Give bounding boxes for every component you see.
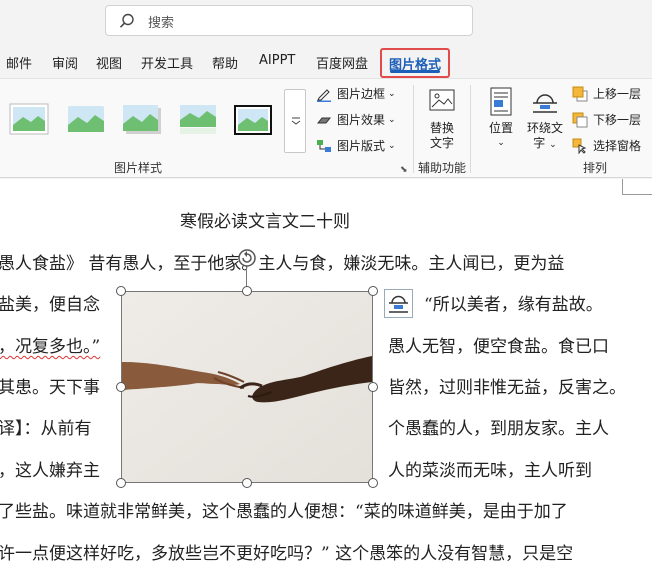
picture-layout-button[interactable]: 图片版式 ⌄ (316, 137, 396, 154)
dialog-launcher-icon[interactable]: ⬊ (400, 165, 408, 175)
wrap-text-icon (389, 295, 408, 313)
text-line: “所以美者，缘有盐故。 (424, 295, 603, 315)
active-tab-underline (390, 70, 440, 73)
resize-handle-bottom-left[interactable] (116, 478, 126, 488)
text-line: 皆然，过则非惟无益，反害之。 (388, 378, 626, 398)
text-line: ，这人嫌弃主 (0, 461, 100, 481)
text-line: 个愚蠢的人，到朋友家。主人 (388, 419, 609, 439)
tab-developer[interactable]: 开发工具 (141, 53, 193, 72)
picture-border-button[interactable]: 图片边框 ⌄ (316, 85, 396, 102)
position-button[interactable]: 位置 ⌄ (483, 87, 519, 151)
picture-style-shadow[interactable] (122, 103, 162, 135)
selected-picture[interactable] (121, 291, 373, 483)
ribbon-tabs: 邮件 审阅 视图 开发工具 帮助 AIPPT 百度网盘 图片格式 (0, 44, 652, 78)
tab-baidu-netdisk[interactable]: 百度网盘 (316, 53, 368, 72)
resize-handle-bottom-right[interactable] (368, 478, 378, 488)
group-separator (470, 85, 471, 173)
wrap-text-button[interactable]: 环绕文 字 ⌄ (524, 87, 566, 153)
ribbon-panel: 图片边框 ⌄ 图片效果 ⌄ 图片版式 ⌄ 图片样式 ⬊ 替换 文字 辅助功能 位… (0, 78, 652, 178)
group-label-arrange: 排列 (583, 161, 608, 175)
wrap-text-label-2: 字 ⌄ (533, 136, 557, 150)
picture-layout-label: 图片版式 (337, 139, 386, 153)
text-line: 了些盐。味道就非常鲜美，这个愚蠢的人便想：“菜的味道鲜美，是由于加了 (0, 502, 568, 522)
bring-forward-label: 上移一层 (593, 87, 642, 101)
chevron-down-icon: ⌄ (388, 140, 396, 151)
margin-corner-mark (622, 179, 652, 195)
document-page[interactable]: 寒假必读文言文二十则 愚人食盐》 昔有愚人，至于他家。主人与食，嫌淡无味。主人闻… (0, 179, 652, 575)
resize-handle-top[interactable] (242, 286, 252, 296)
text-line: 愚人无智，便空食盐。食已口 (388, 337, 609, 357)
picture-style-thick-black-frame[interactable] (234, 105, 272, 135)
smartart-layout-icon (317, 139, 331, 152)
tab-view[interactable]: 视图 (96, 53, 122, 72)
text-line: 其患。天下事 (0, 378, 100, 398)
alt-text-button[interactable]: 替换 文字 (422, 87, 462, 151)
wrap-text-label-1: 环绕文 (526, 121, 563, 135)
document-title: 寒假必读文言文二十则 (180, 212, 350, 232)
picture-effects-button[interactable]: 图片效果 ⌄ (316, 111, 396, 128)
layout-options-button[interactable] (384, 289, 413, 318)
group-label-accessibility: 辅助功能 (418, 161, 467, 175)
send-backward-icon (572, 112, 588, 127)
resize-handle-right[interactable] (368, 382, 378, 392)
resize-handle-top-right[interactable] (368, 286, 378, 296)
resize-handle-bottom[interactable] (242, 478, 252, 488)
alt-text-label-1: 替换 (429, 121, 454, 135)
resize-handle-top-left[interactable] (116, 286, 126, 296)
send-backward-label: 下移一层 (593, 113, 642, 127)
effects-icon (316, 117, 332, 123)
text-line: 愚人食盐》 昔有愚人，至于他家。主人与食，嫌淡无味。主人闻已，更为益 (0, 254, 565, 274)
chevron-down-icon (291, 117, 301, 125)
position-icon (490, 87, 512, 116)
rotate-handle-icon[interactable] (236, 247, 258, 269)
search-placeholder: 搜索 (148, 16, 175, 31)
text-line: 盐美，便自念 (0, 295, 100, 315)
chevron-down-icon: ⌄ (497, 138, 505, 148)
selection-pane-button[interactable]: 选择窗格 (572, 137, 641, 154)
picture-style-reflected[interactable] (178, 103, 218, 135)
text-line: 译】：从前有 (0, 419, 92, 439)
picture-effects-label: 图片效果 (337, 113, 386, 127)
send-backward-button[interactable]: 下移一层 (572, 111, 641, 128)
wrap-text-icon (533, 94, 557, 113)
alt-text-label-2: 文字 (429, 136, 454, 150)
pen-icon (317, 88, 331, 102)
text-line: 许一点便这样好吃，多放些岂不更好吃吗？” 这个愚笨的人没有智慧，只是空 (0, 544, 574, 564)
selection-pane-label: 选择窗格 (593, 139, 642, 153)
chevron-down-icon: ⌄ (388, 114, 396, 125)
bring-forward-icon (572, 86, 588, 101)
hands-reaching-image (122, 292, 372, 482)
group-label-picture-styles: 图片样式 (114, 161, 163, 175)
chevron-down-icon: ⌄ (388, 88, 396, 99)
tab-help[interactable]: 帮助 (212, 53, 238, 72)
resize-handle-left[interactable] (116, 382, 126, 392)
tab-aippt[interactable]: AIPPT (259, 53, 295, 68)
picture-style-simple-frame[interactable] (9, 103, 49, 135)
search-icon (119, 13, 134, 28)
styles-gallery-more-button[interactable] (284, 89, 306, 153)
group-separator (413, 85, 414, 173)
search-box[interactable]: 搜索 (105, 5, 473, 36)
picture-style-soft-edge[interactable] (66, 103, 106, 135)
text-line-spellcheck: ，况复多也。” (0, 337, 101, 357)
tab-mailings[interactable]: 邮件 (6, 53, 32, 72)
selection-pane-icon (572, 138, 587, 154)
bring-forward-button[interactable]: 上移一层 (572, 85, 641, 102)
text-line: 人的菜淡而无味，主人听到 (388, 461, 592, 481)
position-label: 位置 (488, 121, 513, 135)
picture-border-label: 图片边框 (337, 87, 386, 101)
title-bar: 搜索 (0, 0, 652, 42)
tab-review[interactable]: 审阅 (52, 53, 78, 72)
alt-text-icon (429, 89, 455, 111)
tab-picture-format[interactable]: 图片格式 (380, 48, 450, 78)
